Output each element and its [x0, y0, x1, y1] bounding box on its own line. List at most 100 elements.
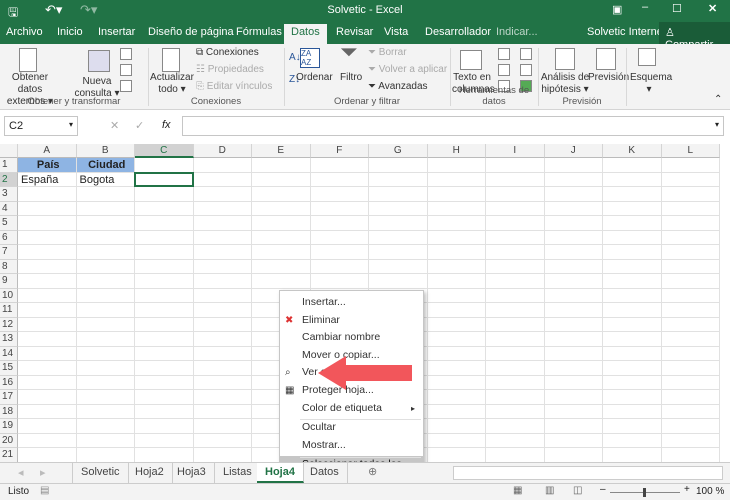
connections-button[interactable]: ⧉ Conexiones [196, 47, 259, 59]
cell-K3[interactable] [603, 187, 662, 202]
sheet-tab-3[interactable]: Listas [215, 463, 261, 483]
cell-G3[interactable] [369, 187, 428, 202]
cell-C13[interactable] [135, 332, 194, 347]
cell-D20[interactable] [193, 433, 252, 448]
cell-I10[interactable] [486, 288, 545, 303]
clear-button[interactable]: ⏷ Borrar [368, 47, 407, 59]
cell-I19[interactable] [486, 419, 545, 434]
cell-A10[interactable] [18, 288, 77, 303]
cell-F1[interactable] [310, 158, 369, 173]
advanced-button[interactable]: ⏷ Avanzadas [368, 81, 428, 93]
cell-I14[interactable] [486, 346, 545, 361]
cell-L14[interactable] [661, 346, 720, 361]
cell-K21[interactable] [603, 448, 662, 462]
row-header-10[interactable]: 10 [0, 288, 18, 303]
cell-B17[interactable] [76, 390, 135, 405]
cell-H4[interactable] [427, 201, 486, 216]
cell-H2[interactable] [427, 172, 486, 187]
cell-H21[interactable] [427, 448, 486, 462]
cell-G2[interactable] [369, 172, 428, 187]
cell-A14[interactable] [18, 346, 77, 361]
column-header-K[interactable]: K [603, 144, 662, 158]
refresh-all-button[interactable]: Actualizar todo ▾ [150, 72, 194, 96]
row-header-18[interactable]: 18 [0, 404, 18, 419]
cell-C10[interactable] [135, 288, 194, 303]
cell-D9[interactable] [193, 274, 252, 289]
cell-F5[interactable] [310, 216, 369, 231]
cell-L2[interactable] [661, 172, 720, 187]
cell-J13[interactable] [544, 332, 603, 347]
cell-D17[interactable] [193, 390, 252, 405]
cell-D7[interactable] [193, 245, 252, 260]
cell-H1[interactable] [427, 158, 486, 173]
filter-button[interactable]: Filtro [340, 72, 362, 84]
cell-L8[interactable] [661, 259, 720, 274]
cell-J11[interactable] [544, 303, 603, 318]
zoom-in-button[interactable]: + [684, 484, 690, 495]
sheet-tab-2[interactable]: Hoja3 [169, 463, 215, 483]
cell-K15[interactable] [603, 361, 662, 376]
column-header-A[interactable]: A [18, 144, 77, 158]
cell-C9[interactable] [135, 274, 194, 289]
cell-I12[interactable] [486, 317, 545, 332]
cell-L4[interactable] [661, 201, 720, 216]
cell-A7[interactable] [18, 245, 77, 260]
cell-J15[interactable] [544, 361, 603, 376]
zoom-slider-thumb[interactable] [643, 488, 646, 497]
cell-L3[interactable] [661, 187, 720, 202]
cell-J4[interactable] [544, 201, 603, 216]
cell-H11[interactable] [427, 303, 486, 318]
cell-E7[interactable] [252, 245, 311, 260]
normal-view-icon[interactable]: ▦ [513, 485, 522, 496]
horizontal-scrollbar[interactable] [453, 466, 723, 480]
cell-B14[interactable] [76, 346, 135, 361]
cell-B9[interactable] [76, 274, 135, 289]
cell-C1[interactable] [135, 158, 194, 173]
cell-J2[interactable] [544, 172, 603, 187]
row-header-16[interactable]: 16 [0, 375, 18, 390]
column-header-D[interactable]: D [193, 144, 252, 158]
cell-C18[interactable] [135, 404, 194, 419]
cell-H16[interactable] [427, 375, 486, 390]
cell-A12[interactable] [18, 317, 77, 332]
cell-K12[interactable] [603, 317, 662, 332]
cell-K9[interactable] [603, 274, 662, 289]
cell-I11[interactable] [486, 303, 545, 318]
row-header-2[interactable]: 2 [0, 172, 18, 187]
cell-K5[interactable] [603, 216, 662, 231]
cell-A9[interactable] [18, 274, 77, 289]
cell-B21[interactable] [76, 448, 135, 462]
cell-H15[interactable] [427, 361, 486, 376]
cancel-icon[interactable]: ✕ [110, 119, 119, 132]
column-header-I[interactable]: I [486, 144, 545, 158]
cell-K4[interactable] [603, 201, 662, 216]
cell-L13[interactable] [661, 332, 720, 347]
recent-sources-icon[interactable] [120, 80, 132, 92]
cell-B15[interactable] [76, 361, 135, 376]
cell-L12[interactable] [661, 317, 720, 332]
cell-B1[interactable]: Ciudad [76, 158, 135, 173]
cell-E8[interactable] [252, 259, 311, 274]
cell-C3[interactable] [135, 187, 194, 202]
cell-K11[interactable] [603, 303, 662, 318]
row-header-19[interactable]: 19 [0, 419, 18, 434]
row-header-17[interactable]: 17 [0, 390, 18, 405]
cell-J1[interactable] [544, 158, 603, 173]
cell-G8[interactable] [369, 259, 428, 274]
macro-record-icon[interactable]: ▤ [40, 485, 49, 496]
cell-J18[interactable] [544, 404, 603, 419]
cell-L7[interactable] [661, 245, 720, 260]
cell-L20[interactable] [661, 433, 720, 448]
enter-icon[interactable]: ✓ [135, 119, 144, 132]
cell-L17[interactable] [661, 390, 720, 405]
cell-D12[interactable] [193, 317, 252, 332]
cell-A8[interactable] [18, 259, 77, 274]
tab-inicio[interactable]: Inicio [57, 26, 83, 38]
cell-G1[interactable] [369, 158, 428, 173]
cell-E4[interactable] [252, 201, 311, 216]
cell-L9[interactable] [661, 274, 720, 289]
cell-J5[interactable] [544, 216, 603, 231]
cell-F3[interactable] [310, 187, 369, 202]
cell-A6[interactable] [18, 230, 77, 245]
row-header-9[interactable]: 9 [0, 274, 18, 289]
